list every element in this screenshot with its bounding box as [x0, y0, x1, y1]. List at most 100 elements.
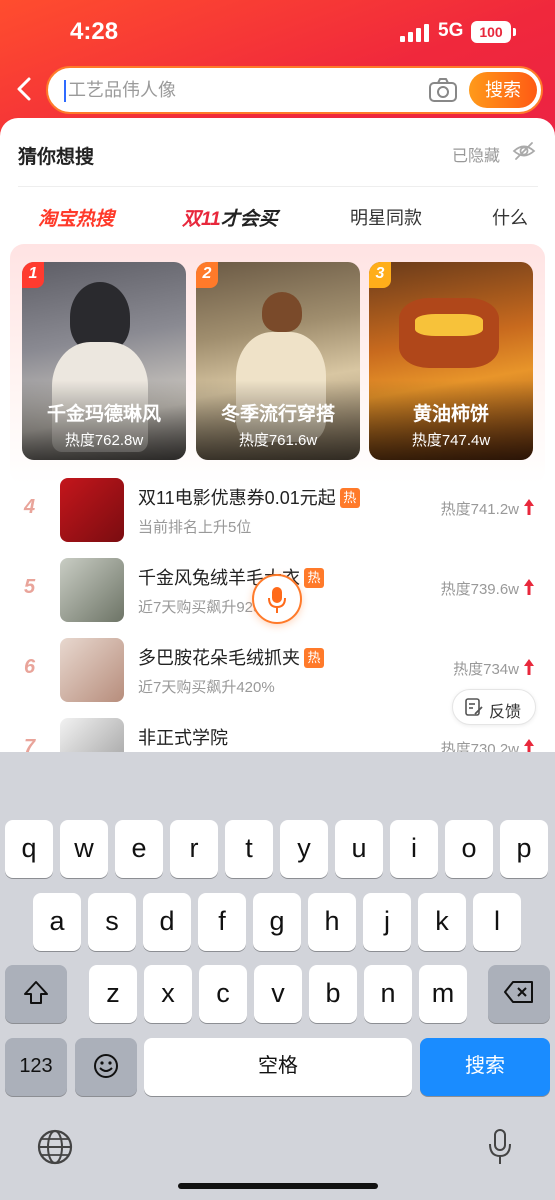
- key-i[interactable]: i: [390, 820, 438, 878]
- key-g[interactable]: g: [253, 893, 301, 951]
- hot-card[interactable]: 3 黄油柿饼 热度747.4w: [369, 262, 533, 460]
- feedback-button[interactable]: 反馈: [452, 689, 536, 725]
- search-key[interactable]: 搜索: [420, 1038, 550, 1096]
- emoji-key[interactable]: [75, 1038, 137, 1096]
- keyboard: qwertyuiop asdfghjkl zxcvbnm 123 空格 搜索: [0, 752, 555, 1200]
- row-subtitle: 当前排名上升5位: [138, 519, 252, 536]
- key-k[interactable]: k: [418, 893, 466, 951]
- hot-card[interactable]: 1 千金玛德琳风 热度762.8w: [22, 262, 186, 460]
- key-r[interactable]: r: [170, 820, 218, 878]
- shift-key[interactable]: [5, 965, 67, 1023]
- key-z[interactable]: z: [89, 965, 137, 1023]
- hot-tabs: 淘宝热搜 双11才会买 明星同款 什么: [0, 196, 555, 244]
- search-bar: 搜索: [0, 64, 555, 116]
- row-thumbnail: [60, 558, 124, 622]
- feedback-label: 反馈: [489, 704, 522, 721]
- hot-badge: 热: [304, 648, 324, 668]
- home-indicator: [178, 1183, 378, 1189]
- row-heat: 热度734w: [453, 661, 519, 678]
- row-thumbnail: [60, 478, 124, 542]
- battery-icon: 100: [471, 21, 516, 43]
- hot-badge: 热: [339, 488, 360, 508]
- row-subtitle: 近7天购买飙升420%: [138, 679, 275, 696]
- dictation-mic-icon[interactable]: [488, 1128, 512, 1166]
- tab-celebrity[interactable]: 明星同款: [350, 204, 422, 230]
- key-l[interactable]: l: [473, 893, 521, 951]
- rank-badge: 1: [22, 262, 44, 288]
- key-b[interactable]: b: [309, 965, 357, 1023]
- list-item[interactable]: 4 双11电影优惠券0.01元起热 当前排名上升5位 热度741.2w: [0, 478, 555, 556]
- card-image-detail: [415, 314, 483, 336]
- key-n[interactable]: n: [364, 965, 412, 1023]
- row-title: 多巴胺花朵毛绒抓夹热: [138, 644, 324, 670]
- backspace-icon: [504, 981, 533, 1003]
- row-title: 双11电影优惠券0.01元起热: [138, 484, 360, 510]
- row-title: 非正式学院: [138, 724, 228, 750]
- tab-double11[interactable]: 双11才会买: [182, 204, 278, 231]
- arrow-up-icon: [524, 659, 534, 675]
- search-input[interactable]: [68, 68, 408, 112]
- chevron-left-icon: [17, 77, 31, 101]
- key-x[interactable]: x: [144, 965, 192, 1023]
- card-heat: 热度747.4w: [411, 432, 491, 449]
- hot-card[interactable]: 2 冬季流行穿搭 热度761.6w: [196, 262, 360, 460]
- row-title-text: 非正式学院: [138, 728, 228, 748]
- key-f[interactable]: f: [198, 893, 246, 951]
- key-h[interactable]: h: [308, 893, 356, 951]
- tab-double11-b: 才会买: [220, 209, 278, 230]
- row-rank: 5: [24, 576, 36, 598]
- key-p[interactable]: p: [500, 820, 548, 878]
- card-title: 千金玛德琳风: [46, 404, 161, 425]
- arrow-up-icon: [524, 499, 534, 515]
- rank-badge: 3: [369, 262, 391, 288]
- card-title: 冬季流行穿搭: [220, 404, 335, 425]
- back-button[interactable]: [12, 74, 40, 106]
- key-t[interactable]: t: [225, 820, 273, 878]
- key-d[interactable]: d: [143, 893, 191, 951]
- key-y[interactable]: y: [280, 820, 328, 878]
- search-box[interactable]: 搜索: [46, 66, 543, 114]
- emoji-icon: [94, 1054, 118, 1078]
- key-u[interactable]: u: [335, 820, 383, 878]
- key-w[interactable]: w: [60, 820, 108, 878]
- hidden-toggle-label[interactable]: 已隐藏: [452, 142, 500, 166]
- key-s[interactable]: s: [88, 893, 136, 951]
- tab-double11-a: 双11: [182, 209, 221, 230]
- camera-icon[interactable]: [428, 77, 458, 103]
- status-bar: 4:28 5G 100: [0, 0, 555, 62]
- key-a[interactable]: a: [33, 893, 81, 951]
- key-e[interactable]: e: [115, 820, 163, 878]
- card-title: 黄油柿饼: [412, 404, 489, 425]
- eye-off-icon[interactable]: [512, 140, 536, 162]
- card-heat: 热度762.8w: [64, 432, 144, 449]
- key-c[interactable]: c: [199, 965, 247, 1023]
- numbers-key[interactable]: 123: [5, 1038, 67, 1096]
- arrow-up-icon: [524, 579, 534, 595]
- text-caret: [64, 80, 66, 102]
- delete-key[interactable]: [488, 965, 550, 1023]
- tab-taobao-hot[interactable]: 淘宝热搜: [38, 204, 114, 231]
- shift-icon: [24, 981, 48, 1004]
- card-heat: 热度761.6w: [238, 432, 318, 449]
- voice-search-button[interactable]: [252, 574, 302, 624]
- space-key[interactable]: 空格: [144, 1038, 412, 1096]
- key-v[interactable]: v: [254, 965, 302, 1023]
- row-heat: 热度741.2w: [440, 501, 519, 518]
- signal-icon: [400, 24, 429, 42]
- row-heat: 热度739.6w: [440, 581, 519, 598]
- edit-note-icon: [465, 698, 483, 716]
- microphone-icon: [268, 587, 286, 613]
- search-button[interactable]: 搜索: [469, 72, 537, 108]
- key-q[interactable]: q: [5, 820, 53, 878]
- key-m[interactable]: m: [419, 965, 467, 1023]
- row-rank: 6: [24, 656, 36, 678]
- network-type: 5G: [438, 20, 464, 41]
- divider: [18, 186, 538, 187]
- rank-badge: 2: [196, 262, 218, 288]
- row-rank: 4: [24, 496, 36, 518]
- row-thumbnail: [60, 638, 124, 702]
- tab-what[interactable]: 什么: [492, 204, 528, 230]
- globe-icon[interactable]: [36, 1128, 74, 1166]
- key-j[interactable]: j: [363, 893, 411, 951]
- key-o[interactable]: o: [445, 820, 493, 878]
